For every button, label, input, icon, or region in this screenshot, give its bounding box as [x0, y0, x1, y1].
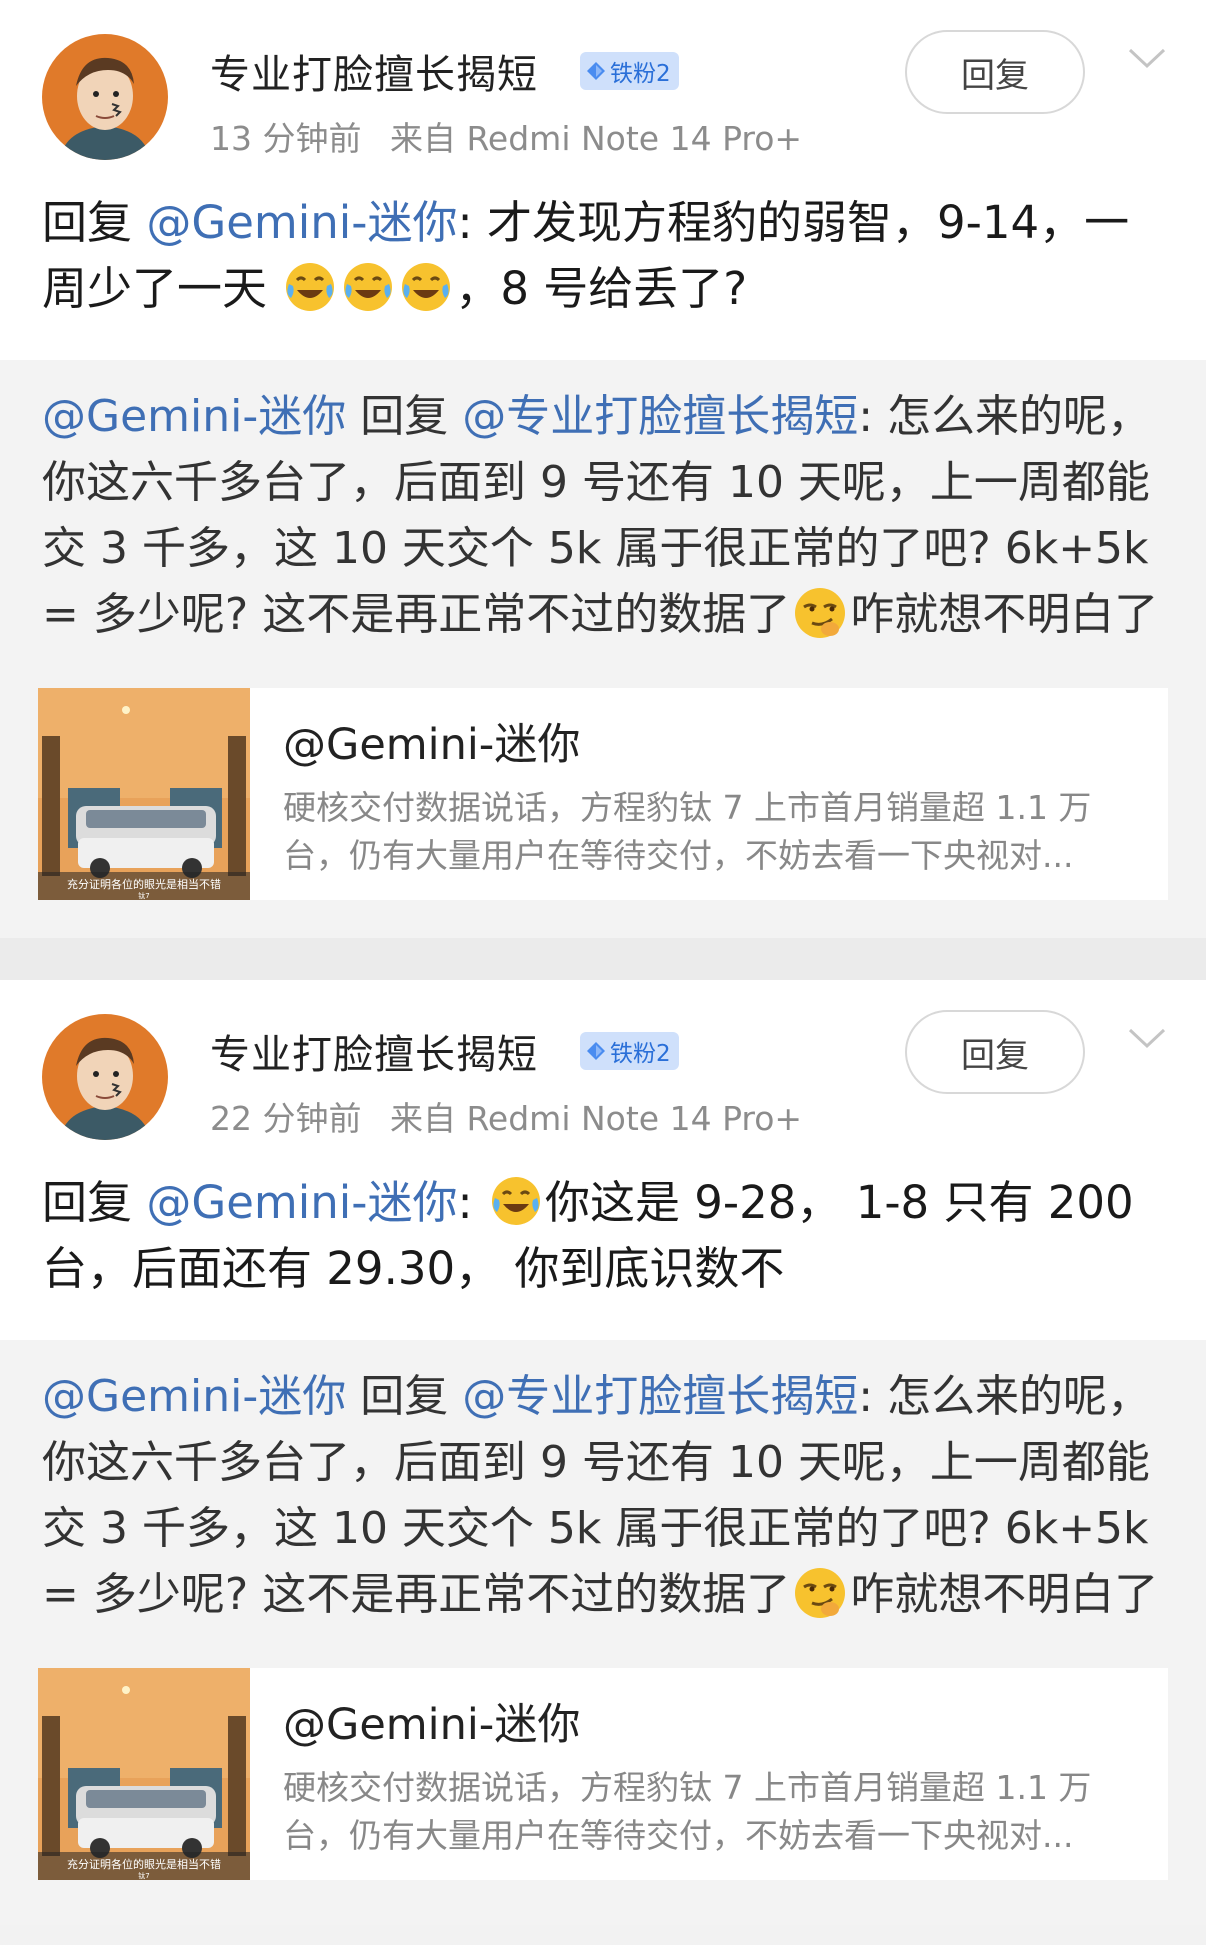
laugh-cry-emoji-icon — [286, 263, 335, 311]
reply-button[interactable]: 回复 — [905, 30, 1085, 114]
laugh-cry-emoji-icon — [402, 263, 451, 311]
comment-meta: 22 分钟前 来自 Redmi Note 14 Pro+ — [210, 1092, 802, 1140]
reply-prefix: 回复 — [42, 1176, 133, 1229]
chevron-down-icon[interactable] — [1126, 1024, 1168, 1054]
comment-meta: 13 分钟前 来自 Redmi Note 14 Pro+ — [210, 112, 802, 160]
smirk-emoji-icon — [795, 1568, 846, 1618]
comment-item: 专业打脸擅长揭短 铁粉2 22 分钟前 来自 Redmi Note 14 Pro… — [0, 980, 1206, 1945]
comment-text-a: : — [457, 1176, 487, 1229]
quoted-text: @Gemini-迷你 回复 @专业打脸擅长揭短: 怎么来的呢，你这六千多台了，后… — [42, 1364, 1172, 1628]
reply-prefix: 回复 — [42, 196, 133, 249]
mention-link[interactable]: @Gemini-迷你 — [42, 1371, 346, 1422]
diamond-icon — [587, 1042, 605, 1060]
reply-button[interactable]: 回复 — [905, 1010, 1085, 1094]
card-title: @Gemini-迷你 — [283, 720, 581, 770]
feed-separator — [0, 938, 1206, 980]
mention-link[interactable]: @Gemini-迷你 — [146, 1176, 457, 1229]
card-thumbnail: 充分证明各位的眼光是相当不错 钛7 — [38, 688, 250, 900]
mention-link[interactable]: @专业打脸擅长揭短 — [462, 1371, 858, 1422]
thumbnail-caption: 充分证明各位的眼光是相当不错 — [67, 1857, 221, 1871]
laugh-cry-emoji-icon — [344, 263, 393, 311]
reply-word: 回复 — [360, 1371, 449, 1422]
device-source: 来自 Redmi Note 14 Pro+ — [389, 119, 803, 158]
thumbnail-subcaption: 钛7 — [138, 1871, 149, 1880]
quoted-reply[interactable]: @Gemini-迷你 回复 @专业打脸擅长揭短: 怎么来的呢，你这六千多台了，后… — [0, 360, 1206, 938]
thumbnail-subcaption: 钛7 — [138, 891, 149, 900]
link-card[interactable]: 充分证明各位的眼光是相当不错 钛7 @Gemini-迷你 硬核交付数据说话，方程… — [38, 1668, 1168, 1880]
comment-main: 专业打脸擅长揭短 铁粉2 13 分钟前 来自 Redmi Note 14 Pro… — [0, 0, 1206, 360]
username[interactable]: 专业打脸擅长揭短 — [210, 1022, 538, 1080]
avatar[interactable] — [42, 1014, 168, 1140]
quoted-text: @Gemini-迷你 回复 @专业打脸擅长揭短: 怎么来的呢，你这六千多台了，后… — [42, 384, 1172, 648]
mention-link[interactable]: @Gemini-迷你 — [146, 196, 457, 249]
fan-badge-label: 铁粉2 — [610, 61, 671, 87]
quoted-text-b: 咋就想不明白了 — [850, 589, 1159, 640]
quoted-text-b: 咋就想不明白了 — [850, 1569, 1159, 1620]
timestamp: 22 分钟前 — [210, 1099, 362, 1138]
comment-main: 专业打脸擅长揭短 铁粉2 22 分钟前 来自 Redmi Note 14 Pro… — [0, 980, 1206, 1340]
card-description: 硬核交付数据说话，方程豹钛 7 上市首月销量超 1.1 万台，仍有大量用户在等待… — [283, 788, 1092, 875]
avatar[interactable] — [42, 34, 168, 160]
username[interactable]: 专业打脸擅长揭短 — [210, 42, 538, 100]
comment-text: 回复 @Gemini-迷你: 你这是 9-28， 1-8 只有 200 台，后面… — [42, 1170, 1172, 1302]
diamond-icon — [587, 62, 605, 80]
card-thumbnail: 充分证明各位的眼光是相当不错 钛7 — [38, 1668, 250, 1880]
smirk-emoji-icon — [795, 588, 846, 638]
laugh-cry-emoji-icon — [491, 1177, 540, 1225]
timestamp: 13 分钟前 — [210, 119, 362, 158]
card-title: @Gemini-迷你 — [283, 1700, 581, 1750]
fan-badge-label: 铁粉2 — [610, 1041, 671, 1067]
link-card[interactable]: 充分证明各位的眼光是相当不错 钛7 @Gemini-迷你 硬核交付数据说话，方程… — [38, 688, 1168, 900]
mention-link[interactable]: @Gemini-迷你 — [42, 391, 346, 442]
reply-word: 回复 — [360, 391, 449, 442]
fan-badge: 铁粉2 — [580, 1032, 679, 1070]
mention-link[interactable]: @专业打脸擅长揭短 — [462, 391, 858, 442]
comment-item: 专业打脸擅长揭短 铁粉2 13 分钟前 来自 Redmi Note 14 Pro… — [0, 0, 1206, 938]
quoted-reply[interactable]: @Gemini-迷你 回复 @专业打脸擅长揭短: 怎么来的呢，你这六千多台了，后… — [0, 1340, 1206, 1925]
comment-text: 回复 @Gemini-迷你: 才发现方程豹的弱智，9-14，一周少了一天 ，8 … — [42, 190, 1172, 322]
device-source: 来自 Redmi Note 14 Pro+ — [389, 1099, 803, 1138]
thumbnail-caption: 充分证明各位的眼光是相当不错 — [67, 877, 221, 891]
chevron-down-icon[interactable] — [1126, 44, 1168, 74]
comment-text-b: ，8 号给丢了? — [455, 262, 748, 315]
fan-badge: 铁粉2 — [580, 52, 679, 90]
card-description: 硬核交付数据说话，方程豹钛 7 上市首月销量超 1.1 万台，仍有大量用户在等待… — [283, 1768, 1092, 1855]
